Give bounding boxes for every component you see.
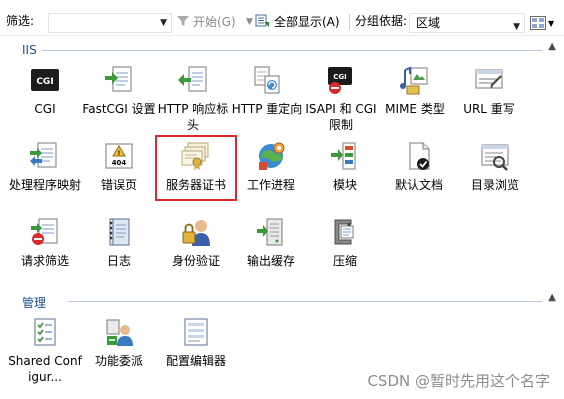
feature-handler-mappings[interactable]: 处理程序映射 [8, 140, 82, 193]
feature-fastcgi-settings[interactable]: FastCGI 设置 [82, 64, 156, 117]
feature-label: 请求筛选 [20, 254, 69, 268]
feature-directory-browsing[interactable]: 目录浏览 [458, 140, 532, 193]
feature-worker-processes[interactable]: 工作进程 [234, 140, 308, 193]
feature-configuration-editor[interactable]: 配置编辑器 [159, 316, 233, 369]
default-document-icon [409, 142, 430, 170]
output-caching-icon [257, 218, 283, 246]
feature-error-pages[interactable]: ! 404 错误页 [82, 140, 156, 193]
feature-url-rewrite[interactable]: URL 重写 [452, 64, 526, 117]
request-filtering-icon [31, 218, 58, 245]
show-all-button[interactable]: 全部显示(A) [255, 10, 340, 32]
funnel-icon [177, 16, 189, 26]
feature-authentication[interactable]: 身份验证 [159, 216, 233, 269]
feature-mime-types[interactable]: MIME 类型 [378, 64, 452, 117]
feature-label: ISAPI 和 CGI 限制 [305, 102, 377, 132]
show-all-icon [255, 14, 269, 27]
compression-icon [334, 219, 354, 245]
feature-label: Shared Configur... [8, 354, 82, 384]
feature-label: 默认文档 [394, 178, 443, 192]
feature-delegation-icon [106, 319, 133, 346]
url-rewrite-icon [475, 69, 503, 89]
management-collapse-chevron-icon[interactable]: ▲ [548, 292, 556, 303]
feature-modules[interactable]: 模块 [308, 140, 382, 193]
error-pages-icon: ! 404 [105, 143, 133, 169]
feature-server-certificates[interactable]: 服务器证书 [159, 140, 233, 193]
feature-label: CGI [34, 102, 56, 116]
feature-shared-configuration[interactable]: Shared Configur... [8, 316, 82, 385]
feature-label: 输出缓存 [246, 254, 295, 268]
isapi-cgi-restrictions-icon: CGI [328, 67, 352, 94]
http-redirect-icon [254, 66, 280, 94]
feature-logging[interactable]: 日志 [82, 216, 156, 269]
configuration-editor-icon [184, 318, 208, 346]
logging-icon [109, 218, 130, 246]
iis-section-title: IIS [22, 43, 41, 57]
feature-default-document[interactable]: 默认文档 [382, 140, 456, 193]
view-grid-icon [530, 16, 546, 30]
feature-label: HTTP 响应标头 [157, 102, 229, 132]
feature-label: 功能委派 [94, 354, 143, 368]
feature-label: 身份验证 [171, 254, 220, 268]
show-all-label: 全部显示(A) [274, 14, 340, 29]
feature-label: URL 重写 [463, 102, 515, 116]
toolbar-separator [349, 14, 350, 30]
iis-section-line [42, 50, 542, 51]
feature-label: 压缩 [332, 254, 357, 268]
feature-label: 服务器证书 [165, 178, 226, 192]
features-toolbar: 筛选: ▼ 开始(G) ▼ 全部显示(A) 分组依据: 区域 ▼ ▼ [0, 0, 564, 36]
group-by-select[interactable]: 区域 ▼ [409, 13, 525, 33]
view-dropdown-arrow-icon: ▼ [548, 18, 555, 28]
feature-label: 模块 [332, 178, 357, 192]
feature-label: 配置编辑器 [165, 354, 226, 368]
feature-label: 工作进程 [246, 178, 295, 192]
mime-types-icon [400, 66, 428, 95]
feature-feature-delegation[interactable]: 功能委派 [82, 316, 156, 369]
group-by-value: 区域 [416, 16, 441, 30]
filter-label: 筛选: [6, 14, 35, 28]
management-section-line [68, 301, 542, 302]
filter-input-box[interactable]: ▼ [48, 13, 172, 33]
iis-collapse-chevron-icon[interactable]: ▲ [548, 41, 556, 52]
feature-label: HTTP 重定向 [231, 102, 303, 116]
feature-label: 目录浏览 [470, 178, 519, 192]
feature-label: 错误页 [100, 178, 137, 192]
handler-mappings-icon [30, 142, 57, 168]
feature-output-caching[interactable]: 输出缓存 [234, 216, 308, 269]
feature-label: FastCGI 设置 [82, 102, 156, 116]
cgi-icon: CGI [31, 69, 59, 91]
start-filter-label: 开始(G) [193, 14, 236, 29]
svg-text:CGI: CGI [36, 77, 53, 87]
group-by-label: 分组依据: [355, 14, 408, 28]
feature-http-redirect[interactable]: HTTP 重定向 [230, 64, 304, 117]
server-certificates-icon [181, 142, 209, 170]
feature-request-filtering[interactable]: 请求筛选 [8, 216, 82, 269]
filter-input[interactable] [49, 14, 153, 32]
svg-text:CGI: CGI [333, 73, 347, 81]
directory-browsing-icon [481, 144, 509, 171]
modules-icon [331, 142, 356, 170]
csdn-watermark: CSDN @暂时先用这个名字 [367, 372, 550, 390]
authentication-icon [182, 220, 210, 246]
view-mode-button[interactable]: ▼ [530, 12, 556, 34]
filter-dropdown-arrow-icon[interactable]: ▼ [160, 18, 167, 28]
management-section-title: 管理 [22, 294, 51, 311]
shared-configuration-icon [34, 318, 56, 346]
management-section-header[interactable]: 管理 ▲ [16, 292, 556, 311]
fastcgi-settings-icon [105, 66, 132, 92]
feature-label: 处理程序映射 [8, 178, 81, 192]
http-response-headers-icon [178, 66, 207, 92]
svg-text:!: ! [118, 150, 121, 157]
start-dropdown-arrow-icon[interactable]: ▼ [246, 17, 253, 27]
svg-text:404: 404 [112, 159, 127, 167]
group-by-dropdown-arrow-icon[interactable]: ▼ [513, 18, 520, 36]
feature-compression[interactable]: 压缩 [308, 216, 382, 269]
feature-isapi-cgi-restrictions[interactable]: CGI ISAPI 和 CGI 限制 [304, 64, 378, 133]
iis-section-header[interactable]: IIS ▲ [16, 41, 556, 57]
start-filter-button[interactable]: 开始(G) [176, 10, 236, 32]
feature-cgi[interactable]: CGI CGI [8, 64, 82, 117]
feature-label: 日志 [106, 254, 131, 268]
feature-http-response-headers[interactable]: HTTP 响应标头 [156, 64, 230, 133]
feature-label: MIME 类型 [385, 102, 445, 116]
worker-processes-icon [259, 142, 285, 170]
